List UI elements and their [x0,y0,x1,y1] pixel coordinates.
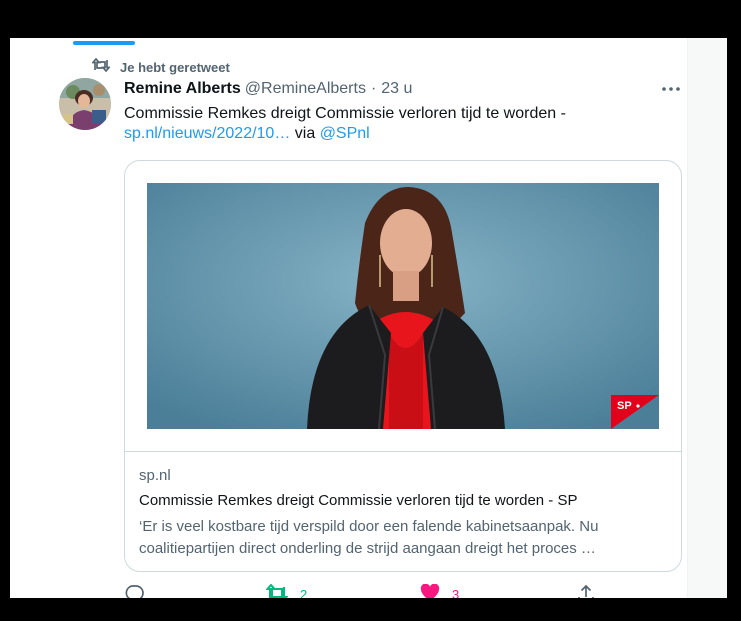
author-name[interactable]: Remine Alberts [124,80,241,98]
avatar[interactable] [59,78,111,130]
link-preview-card[interactable]: SP sp.nl Commissie Remkes dreigt Commiss… [124,160,682,572]
like-button[interactable]: 3 [420,583,460,598]
retweet-count: 2 [300,587,308,598]
card-divider [125,451,681,452]
retweet-context-label: Je hebt geretweet [120,59,230,75]
like-count: 3 [452,587,460,598]
mention-link[interactable]: @SPnl [320,125,370,142]
card-title: Commissie Remkes dreigt Commissie verlor… [139,492,578,509]
reply-button[interactable] [124,584,144,598]
more-options-button[interactable] [658,80,684,98]
retweet-context: Je hebt geretweet [91,57,230,77]
tweet-timestamp[interactable]: 23 u [381,80,412,98]
tweet-text: Commissie Remkes dreigt Commissie verlor… [124,104,684,144]
card-image: SP [147,183,659,429]
tweet-header: Remine Alberts @RemineAlberts · 23 u [124,78,684,100]
right-scroll-area[interactable] [687,38,727,598]
tweet-text-line: Commissie Remkes dreigt Commissie verlor… [124,105,566,122]
retweet-active-icon [265,583,289,598]
tweet-link[interactable]: sp.nl/nieuws/2022/10… [124,125,290,142]
active-tab-indicator [73,41,135,45]
more-dots-icon [662,87,680,91]
share-icon [576,584,596,598]
heart-icon [420,583,440,598]
retweet-icon [91,57,111,77]
card-description: ‘Er is veel kostbare tijd verspild door … [139,518,599,557]
tweet-text-line-2: sp.nl/nieuws/2022/10… via @SPnl [124,124,684,144]
sp-logo-text: SP [617,400,632,412]
share-button[interactable] [576,584,596,598]
tweet-actions: 2 3 [124,583,644,598]
via-label: via [294,125,316,142]
card-domain: sp.nl [139,467,171,484]
author-handle[interactable]: @RemineAlberts [245,80,366,98]
tweet-timeline-panel: Je hebt geretweet Remine Alberts @Remine… [10,38,726,598]
reply-icon [124,584,144,598]
retweet-button[interactable]: 2 [265,583,308,598]
header-separator: · [370,80,377,97]
